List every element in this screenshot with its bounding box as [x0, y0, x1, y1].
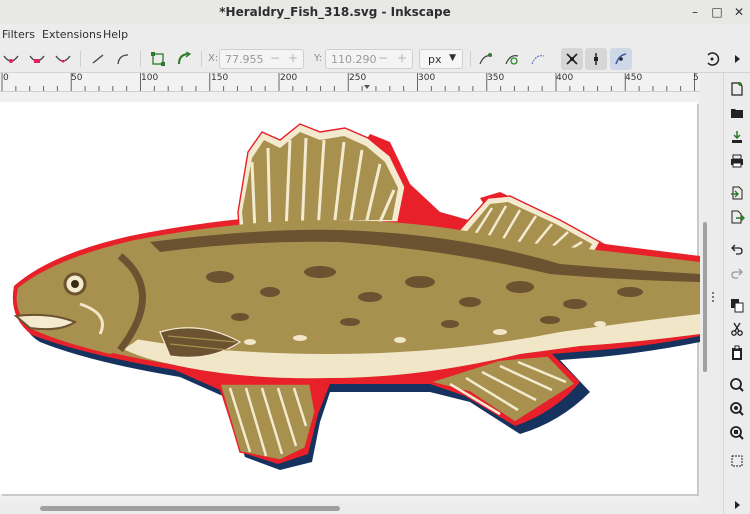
- stroke-to-path-icon[interactable]: [175, 50, 193, 68]
- horizontal-ruler[interactable]: 0 50 100 150 200 250 300 350 400 450 5: [0, 73, 700, 92]
- panel-handle-icon[interactable]: [710, 290, 716, 304]
- y-field[interactable]: 110.290 − +: [325, 49, 413, 69]
- segment-curve-icon[interactable]: [114, 50, 132, 68]
- y-increment[interactable]: +: [397, 51, 407, 65]
- unit-select[interactable]: px ▼: [419, 49, 463, 69]
- commands-bar: [723, 73, 750, 514]
- ruler-label: 0: [3, 73, 9, 83]
- cut-icon[interactable]: [729, 321, 745, 337]
- unit-value: px: [428, 53, 442, 66]
- segment-line-icon[interactable]: [89, 50, 107, 68]
- copy-icon[interactable]: [729, 297, 745, 313]
- import-icon[interactable]: [729, 185, 745, 201]
- object-to-path-icon[interactable]: [149, 50, 167, 68]
- toolbar-separator: [80, 51, 81, 67]
- menu-bar: Filters Extensions Help: [0, 24, 750, 46]
- snap-popover-icon[interactable]: [703, 50, 721, 68]
- chevron-down-icon: ▼: [449, 53, 456, 63]
- ruler-pointer-icon: [364, 85, 370, 89]
- snap-others-icon: [615, 53, 627, 65]
- toolbar-separator: [140, 51, 141, 67]
- snap-bbox-icon: [566, 53, 578, 65]
- menu-extensions[interactable]: Extensions: [42, 28, 102, 41]
- show-mask-icon[interactable]: [529, 50, 547, 68]
- open-folder-icon[interactable]: [729, 105, 745, 121]
- snap-others-button[interactable]: [610, 48, 632, 70]
- snap-nodes-button[interactable]: [585, 48, 607, 70]
- menu-help[interactable]: Help: [103, 28, 128, 41]
- close-icon[interactable]: ✕: [731, 4, 747, 20]
- zoom-selection-icon[interactable]: [729, 377, 745, 393]
- pelvic-fin: [219, 383, 316, 461]
- drawing-canvas[interactable]: [0, 92, 700, 503]
- node-smooth-icon[interactable]: [28, 50, 46, 68]
- snap-bbox-button[interactable]: [561, 48, 583, 70]
- ruler-label: 400: [556, 73, 574, 83]
- y-value: 110.290: [331, 53, 377, 66]
- horizontal-scrollbar[interactable]: [0, 503, 700, 514]
- show-handles-icon[interactable]: [477, 50, 495, 68]
- y-label: Y:: [314, 53, 323, 64]
- toolbar-overflow-icon[interactable]: [728, 50, 746, 68]
- ruler-label: 200: [280, 73, 298, 83]
- snap-nodes-icon: [594, 53, 598, 65]
- menu-filters[interactable]: Filters: [2, 28, 35, 41]
- zoom-page-width-icon[interactable]: [729, 453, 745, 469]
- x-decrement[interactable]: −: [270, 51, 280, 65]
- node-symmetric-icon[interactable]: [54, 50, 72, 68]
- ruler-label: 300: [418, 73, 436, 83]
- y-decrement[interactable]: −: [378, 51, 388, 65]
- ruler-label: 350: [487, 73, 505, 83]
- ruler-label: 250: [349, 73, 367, 83]
- zoom-drawing-icon[interactable]: [729, 401, 745, 417]
- ruler-label: 100: [141, 73, 159, 83]
- save-icon[interactable]: [729, 129, 745, 145]
- vertical-scrollbar-thumb[interactable]: [703, 222, 707, 372]
- x-label: X:: [208, 53, 219, 64]
- ruler-label: 450: [625, 73, 643, 83]
- horizontal-scrollbar-thumb[interactable]: [40, 506, 340, 511]
- vertical-scrollbar[interactable]: [700, 92, 710, 503]
- print-icon[interactable]: [729, 153, 745, 169]
- x-field[interactable]: 77.955 − +: [219, 49, 304, 69]
- x-value: 77.955: [225, 53, 264, 66]
- commands-overflow-icon[interactable]: [729, 497, 745, 513]
- x-increment[interactable]: +: [288, 51, 298, 65]
- zoom-page-icon[interactable]: [729, 425, 745, 441]
- fish-artwork[interactable]: [0, 92, 700, 503]
- ruler-label: 5: [693, 73, 699, 83]
- tool-controls-bar: X: 77.955 − + Y: 110.290 − + px ▼: [0, 46, 750, 73]
- minimize-icon[interactable]: –: [687, 4, 703, 20]
- undo-icon[interactable]: [729, 241, 745, 257]
- new-document-icon[interactable]: [729, 81, 745, 97]
- show-outline-icon[interactable]: [503, 50, 521, 68]
- toolbar-separator: [201, 51, 202, 67]
- export-icon[interactable]: [729, 209, 745, 225]
- ruler-label: 50: [71, 73, 83, 83]
- node-cusp-icon[interactable]: [2, 50, 20, 68]
- redo-icon[interactable]: [729, 265, 745, 281]
- window-title: *Heraldry_Fish_318.svg - Inkscape: [219, 5, 451, 19]
- paste-icon[interactable]: [729, 345, 745, 361]
- toolbar-separator: [470, 51, 471, 67]
- title-bar: *Heraldry_Fish_318.svg - Inkscape – □ ✕: [0, 0, 750, 25]
- ruler-label: 150: [211, 73, 229, 83]
- maximize-icon[interactable]: □: [709, 4, 725, 20]
